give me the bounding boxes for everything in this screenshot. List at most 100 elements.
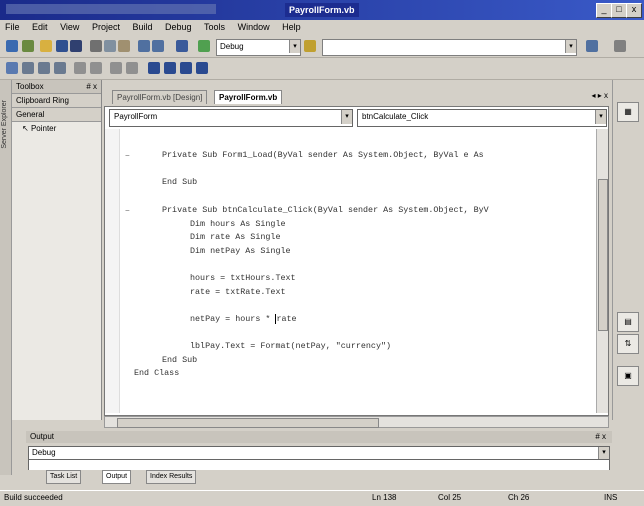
status-message: Build succeeded [4, 493, 63, 502]
outline-gutter [105, 129, 120, 413]
output-text-area[interactable] [28, 460, 610, 470]
status-char: Ch 26 [508, 493, 530, 502]
start-debug-icon[interactable] [198, 40, 210, 52]
solution-explorer-button[interactable]: ▦ [617, 102, 639, 122]
code-line: End Sub [162, 177, 198, 187]
properties-button[interactable]: ▤ [617, 312, 639, 332]
output-title: Output [30, 432, 55, 441]
indent-icon[interactable] [74, 62, 86, 74]
toolbox-tab-general[interactable]: General [12, 108, 101, 122]
status-column: Col 25 [438, 493, 462, 502]
bottom-tabs: Task List Output Index Results [28, 470, 328, 484]
chevron-down-icon: ▾ [598, 447, 609, 459]
toolbox-panel: Toolbox # x Clipboard Ring General ↖ Poi… [12, 80, 102, 420]
prev-bookmark-icon[interactable] [180, 62, 192, 74]
uncomment-icon[interactable] [126, 62, 138, 74]
member-list-icon[interactable] [22, 62, 34, 74]
code-line: End Class [134, 368, 180, 378]
right-tool-panel: ▦ ▤ ⇅ ▣ [612, 80, 644, 420]
pointer-icon: ↖ [22, 124, 31, 133]
window-title-file: PayrollForm.vb [285, 3, 359, 17]
menu-tools[interactable]: Tools [204, 22, 225, 32]
standard-toolbar: Debug ▾ ▾ [0, 36, 644, 58]
code-line: Private Sub Form1_Load(ByVal sender As S… [162, 150, 484, 160]
code-line: lblPay.Text = Format(netPay, "currency") [190, 341, 392, 351]
object-browser-icon[interactable] [6, 62, 18, 74]
quick-info-icon[interactable] [54, 62, 66, 74]
outdent-icon[interactable] [90, 62, 102, 74]
solution-config-select[interactable]: Debug ▾ [216, 39, 301, 56]
text-editor-toolbar [0, 58, 644, 80]
document-tabs: PayrollForm.vb [Design] PayrollForm.vb ◂… [104, 90, 614, 104]
collapse-icon[interactable]: − [125, 151, 130, 160]
toolbar-overflow-icon[interactable] [614, 40, 626, 52]
paste-icon[interactable] [118, 40, 130, 52]
code-line: Dim netPay As Single [190, 246, 291, 256]
side-dock-strip[interactable]: Server Explorer [0, 80, 12, 475]
toolbox-header: Toolbox # x [12, 80, 101, 94]
menu-project[interactable]: Project [92, 22, 120, 32]
save-all-icon[interactable] [70, 40, 82, 52]
vertical-scrollbar[interactable] [596, 129, 608, 413]
property-pages-button[interactable]: ▣ [617, 366, 639, 386]
close-button[interactable]: x [626, 3, 642, 18]
toolbox-item-pointer[interactable]: ↖ Pointer [12, 122, 101, 135]
server-explorer-tab[interactable]: Server Explorer [1, 100, 11, 149]
status-mode: INS [604, 493, 618, 502]
method-name-select[interactable]: btnCalculate_Click ▾ [357, 109, 607, 127]
toolbox-pin-close[interactable]: # x [86, 80, 97, 93]
new-project-icon[interactable] [6, 40, 18, 52]
menu-view[interactable]: View [60, 22, 79, 32]
status-bar: Build succeeded Ln 138 Col 25 Ch 26 INS [0, 490, 644, 506]
chevron-down-icon: ▾ [341, 110, 352, 124]
tab-nav-close[interactable]: ◂ ▸ x [592, 91, 608, 100]
save-icon[interactable] [56, 40, 68, 52]
menu-file[interactable]: File [5, 22, 20, 32]
menu-build[interactable]: Build [132, 22, 152, 32]
find-icon[interactable] [304, 40, 316, 52]
menu-bar: File Edit View Project Build Debug Tools… [0, 20, 644, 36]
code-line: Dim rate As Single [190, 232, 281, 242]
solution-explorer-icon[interactable] [586, 40, 598, 52]
undo-icon[interactable] [138, 40, 150, 52]
tab-code[interactable]: PayrollForm.vb [214, 90, 283, 104]
open-icon[interactable] [40, 40, 52, 52]
menu-help[interactable]: Help [282, 22, 301, 32]
clear-bookmarks-icon[interactable] [196, 62, 208, 74]
tab-output[interactable]: Output [102, 470, 132, 484]
code-editor[interactable]: PayrollForm ▾ btnCalculate_Click ▾ Priva… [104, 106, 609, 416]
tab-task-list[interactable]: Task List [46, 470, 82, 484]
code-line: Private Sub btnCalculate_Click(ByVal sen… [162, 205, 489, 215]
menu-window[interactable]: Window [238, 22, 270, 32]
class-name-select[interactable]: PayrollForm ▾ [109, 109, 353, 127]
output-source-select[interactable]: Debug ▾ [28, 446, 610, 460]
chevron-down-icon: ▾ [289, 40, 300, 53]
copy-icon[interactable] [104, 40, 116, 52]
cut-icon[interactable] [90, 40, 102, 52]
menu-debug[interactable]: Debug [165, 22, 192, 32]
code-line: Dim hours As Single [190, 219, 286, 229]
parameter-info-icon[interactable] [38, 62, 50, 74]
collapse-icon[interactable]: − [125, 206, 130, 215]
navigate-icon[interactable] [176, 40, 188, 52]
horizontal-scrollbar[interactable] [104, 416, 609, 428]
output-pin-close[interactable]: # x [595, 431, 606, 443]
bookmark-icon[interactable] [148, 62, 160, 74]
scroll-thumb[interactable] [117, 418, 379, 428]
maximize-button[interactable]: □ [611, 3, 627, 18]
sort-button[interactable]: ⇅ [617, 334, 639, 354]
menu-edit[interactable]: Edit [32, 22, 48, 32]
status-line: Ln 138 [372, 493, 397, 502]
tab-design[interactable]: PayrollForm.vb [Design] [112, 90, 208, 104]
minimize-button[interactable]: _ [596, 3, 612, 18]
redo-icon[interactable] [152, 40, 164, 52]
next-bookmark-icon[interactable] [164, 62, 176, 74]
scroll-thumb[interactable] [598, 179, 608, 331]
add-item-icon[interactable] [22, 40, 34, 52]
title-bar: PayrollForm.vb _ □ x [0, 0, 644, 20]
comment-icon[interactable] [110, 62, 122, 74]
toolbox-tab-clipboard[interactable]: Clipboard Ring [12, 94, 101, 108]
tab-index-results[interactable]: Index Results [146, 470, 197, 484]
find-combo[interactable]: ▾ [322, 39, 577, 56]
chevron-down-icon: ▾ [595, 110, 606, 124]
